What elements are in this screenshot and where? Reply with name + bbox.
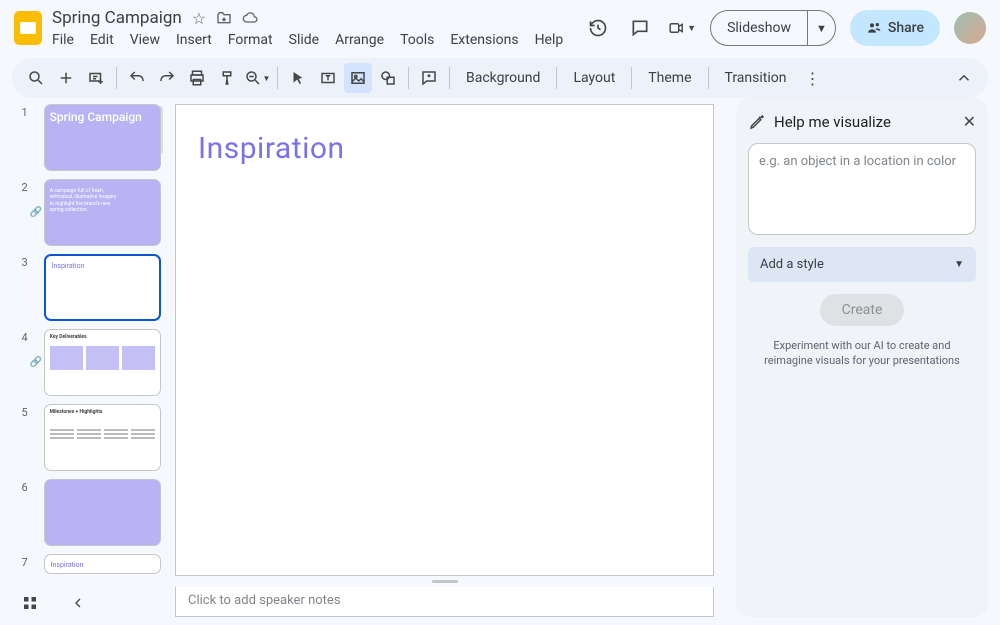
history-icon[interactable] — [584, 14, 612, 42]
menu-arrange[interactable]: Arrange — [335, 32, 384, 48]
menu-view[interactable]: View — [130, 32, 160, 48]
layout-button[interactable]: Layout — [563, 70, 625, 86]
create-button[interactable]: Create — [820, 294, 905, 326]
menu-edit[interactable]: Edit — [90, 32, 114, 48]
menu-help[interactable]: Help — [535, 32, 564, 48]
new-slide-dropdown[interactable] — [82, 63, 110, 93]
thumb-number: 5 — [16, 404, 28, 471]
new-slide-tool[interactable] — [52, 63, 80, 93]
thumb-number: 4 — [16, 329, 28, 396]
thumb-number: 6 — [16, 479, 28, 546]
more-tools-icon[interactable]: ⋮ — [799, 63, 827, 93]
slide-thumb-3[interactable]: Inspiration — [44, 254, 161, 321]
shape-tool[interactable] — [374, 63, 402, 93]
grid-view-icon[interactable] — [16, 589, 44, 617]
redo-tool[interactable] — [153, 63, 181, 93]
toolbar: ▼ Background Layout Theme Transition ⋮ — [12, 58, 988, 98]
thumb-number: 2 — [16, 179, 28, 246]
thumb-number: 3 — [16, 254, 28, 321]
select-tool[interactable] — [284, 63, 312, 93]
comment-tool[interactable] — [415, 63, 443, 93]
pencil-spark-icon — [748, 113, 766, 131]
menu-file[interactable]: File — [52, 32, 74, 48]
slide-thumbnails: 1 Spring Campaign 2🔗 A campaign full of … — [0, 98, 165, 625]
slide-heading[interactable]: Inspiration — [198, 131, 345, 166]
slide-thumb-7[interactable]: Inspiration — [44, 554, 161, 574]
undo-tool[interactable] — [123, 63, 151, 93]
document-title[interactable]: Spring Campaign — [52, 8, 182, 28]
share-icon — [866, 20, 882, 36]
slideshow-button[interactable]: Slideshow▼ — [710, 10, 836, 46]
slide-thumb-5[interactable]: Milestones + Highlights — [44, 404, 161, 471]
notes-resize-handle[interactable] — [175, 576, 714, 587]
move-icon[interactable] — [216, 10, 232, 26]
meet-icon[interactable]: ▼ — [668, 14, 696, 42]
slide-thumb-6[interactable] — [44, 479, 161, 546]
search-tool[interactable] — [22, 63, 50, 93]
panel-title: Help me visualize — [774, 113, 955, 131]
close-icon[interactable]: ✕ — [963, 112, 976, 131]
help-me-visualize-panel: Help me visualize ✕ e.g. an object in a … — [736, 98, 988, 617]
menu-extensions[interactable]: Extensions — [450, 32, 518, 48]
theme-button[interactable]: Theme — [638, 70, 701, 86]
image-tool[interactable] — [344, 63, 372, 93]
background-button[interactable]: Background — [456, 70, 550, 86]
slideshow-dropdown-icon[interactable]: ▼ — [808, 22, 835, 35]
zoom-tool[interactable]: ▼ — [243, 63, 271, 93]
slide-thumb-1[interactable]: Spring Campaign — [44, 104, 161, 171]
speaker-notes[interactable]: Click to add speaker notes — [175, 587, 714, 617]
slide-thumb-4[interactable]: Key Deliverables — [44, 329, 161, 396]
menu-slide[interactable]: Slide — [289, 32, 319, 48]
chevron-left-icon[interactable] — [64, 589, 92, 617]
collapse-toolbar-icon[interactable] — [950, 63, 978, 93]
account-avatar[interactable] — [954, 12, 986, 44]
panel-hint: Experiment with our AI to create and rei… — [748, 338, 976, 369]
share-button[interactable]: Share — [850, 10, 940, 46]
menu-format[interactable]: Format — [228, 32, 273, 48]
slide-canvas[interactable]: Inspiration — [175, 104, 714, 576]
textbox-tool[interactable] — [314, 63, 342, 93]
slide-thumb-2[interactable]: A campaign full of fresh, whimsical, ill… — [44, 179, 161, 246]
menu-insert[interactable]: Insert — [176, 32, 212, 48]
menu-tools[interactable]: Tools — [400, 32, 434, 48]
paint-format-tool[interactable] — [213, 63, 241, 93]
prompt-input[interactable]: e.g. an object in a location in color — [748, 143, 976, 235]
comments-icon[interactable] — [626, 14, 654, 42]
star-icon[interactable]: ☆ — [192, 9, 206, 28]
cloud-status-icon[interactable] — [242, 10, 258, 26]
slides-app-icon[interactable] — [14, 11, 42, 45]
thumb-number: 1 — [16, 104, 28, 171]
link-icon: 🔗 — [30, 357, 42, 368]
transition-button[interactable]: Transition — [715, 70, 797, 86]
link-icon: 🔗 — [30, 207, 42, 218]
thumb-number: 7 — [16, 554, 28, 574]
print-tool[interactable] — [183, 63, 211, 93]
style-select[interactable]: Add a style▼ — [748, 247, 976, 282]
chevron-down-icon: ▼ — [954, 259, 964, 270]
menu-bar: File Edit View Insert Format Slide Arran… — [52, 32, 574, 48]
